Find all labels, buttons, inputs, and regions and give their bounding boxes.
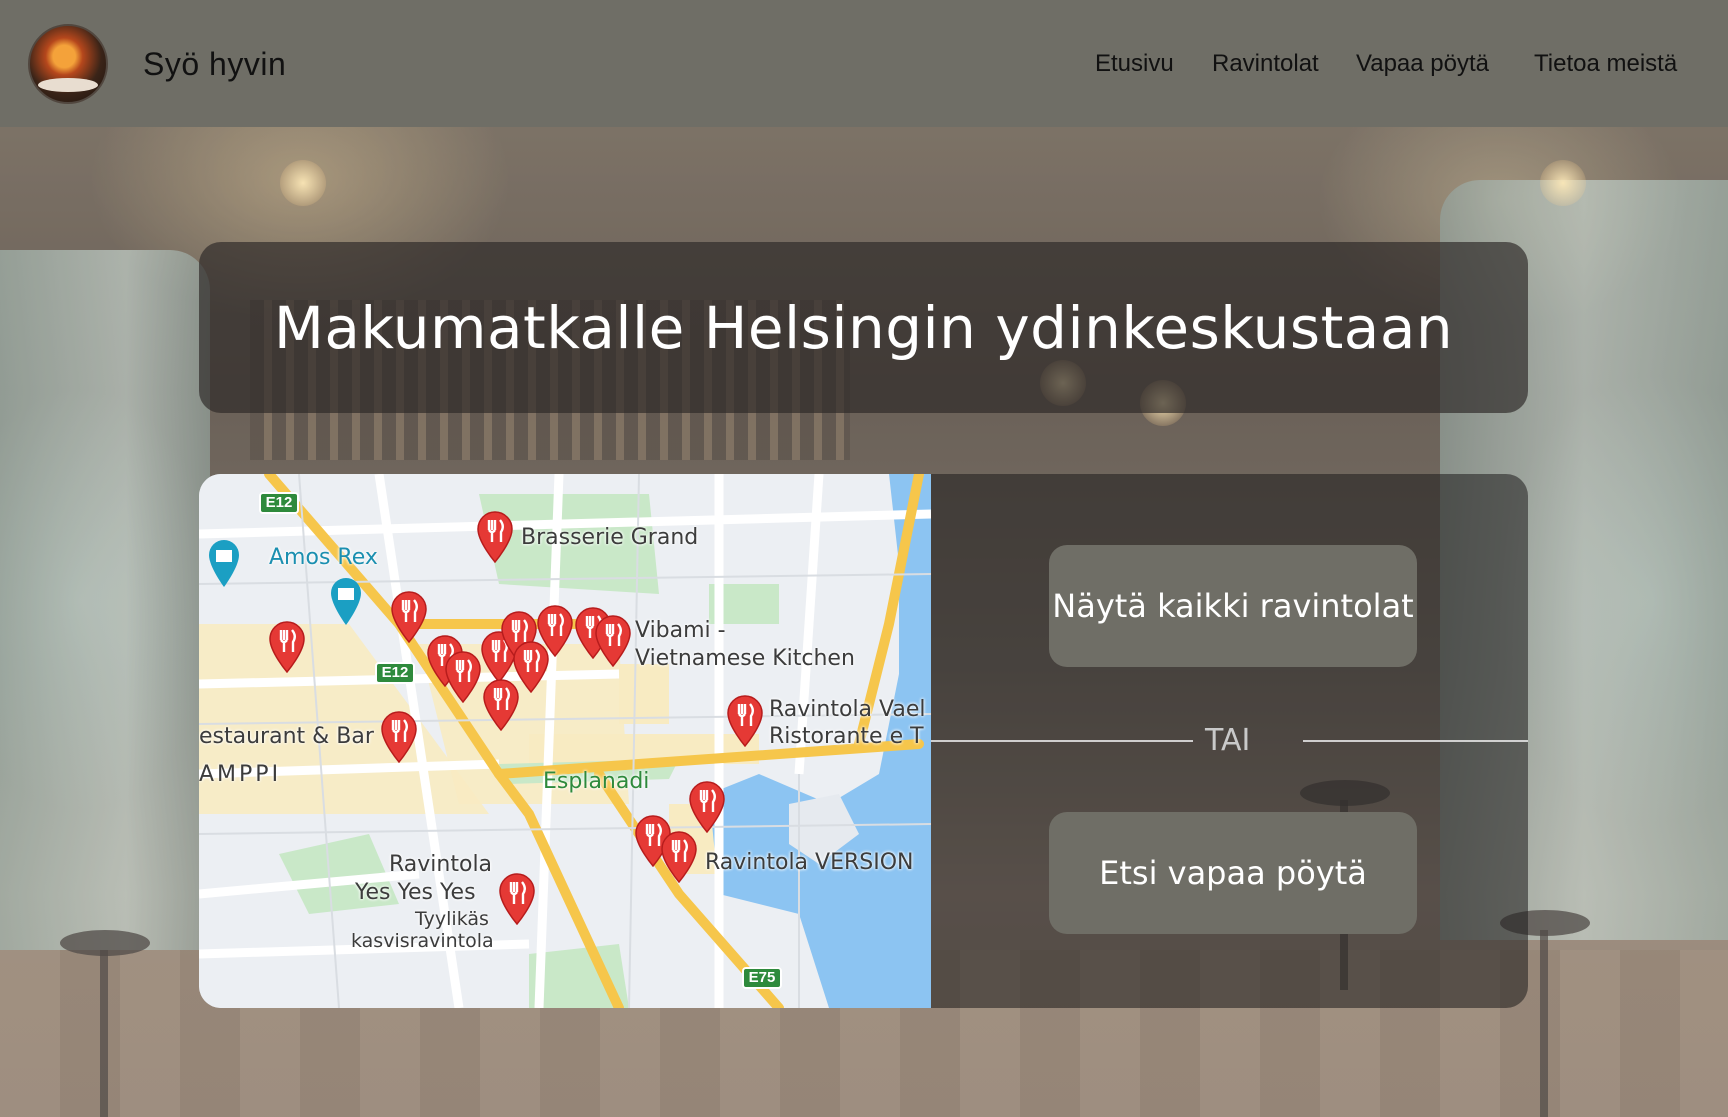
map-label-kamppi: AMPPI: [199, 762, 282, 787]
restaurant-pin-icon[interactable]: [659, 830, 699, 884]
main-panel: E12 E12 E75 Brasserie Grand Amos Rex Vib…: [199, 474, 1528, 1008]
divider-left: [931, 740, 1193, 742]
restaurant-pin-icon[interactable]: [267, 620, 307, 674]
logo-avatar[interactable]: [28, 24, 108, 104]
road-badge-e12: E12: [375, 662, 415, 684]
road-badge-e75: E75: [742, 967, 782, 989]
restaurant-pin-icon[interactable]: [379, 710, 419, 764]
map-label-yes-yes-yes-sub: Yes Yes Yes: [355, 880, 476, 905]
map-label-brasserie-grand: Brasserie Grand: [521, 525, 699, 550]
map-label-kasvisravintola: kasvisravintola: [351, 930, 494, 952]
nav-ravintolat[interactable]: Ravintolat: [1212, 50, 1319, 78]
restaurant-pin-icon[interactable]: [687, 780, 727, 834]
restaurant-pin-icon[interactable]: [443, 650, 483, 704]
restaurant-pin-icon[interactable]: [593, 614, 633, 668]
map-label-vael: Ravintola Vael: [769, 697, 926, 722]
brand-name[interactable]: Syö hyvin: [143, 46, 286, 83]
site-header: Syö hyvin Etusivu Ravintolat Vapaa pöytä…: [0, 0, 1728, 127]
restaurant-map[interactable]: E12 E12 E75 Brasserie Grand Amos Rex Vib…: [199, 474, 931, 1008]
map-label-tyylikas: Tyylikäs: [415, 908, 489, 930]
nav-tietoa-meista[interactable]: Tietoa meistä: [1534, 50, 1677, 78]
divider-right: [1303, 740, 1528, 742]
map-label-yes-yes-yes: Ravintola: [389, 852, 493, 877]
restaurant-pin-icon[interactable]: [389, 590, 429, 644]
restaurant-pin-icon[interactable]: [725, 694, 765, 748]
road-badge-e12: E12: [259, 492, 299, 514]
restaurant-pin-icon[interactable]: [475, 510, 515, 564]
map-label-vael-sub: Ristorante e T: [769, 724, 924, 749]
museum-poi-icon[interactable]: [327, 575, 365, 627]
find-free-table-button[interactable]: Etsi vapaa pöytä: [1049, 812, 1417, 934]
show-all-restaurants-button[interactable]: Näytä kaikki ravintolat: [1049, 545, 1417, 667]
map-label-vibami-sub: Vietnamese Kitchen: [635, 646, 855, 671]
map-label-vibami: Vibami -: [635, 618, 726, 643]
museum-poi-icon[interactable]: [205, 537, 243, 589]
nav-vapaa-poyta[interactable]: Vapaa pöytä: [1356, 50, 1489, 78]
map-label-version: Ravintola VERSION: [705, 850, 914, 875]
map-label-amos-rex: Amos Rex: [269, 545, 378, 570]
hero-banner: Makumatkalle Helsingin ydinkeskustaan: [199, 242, 1528, 413]
map-label-restaurant-bar: estaurant & Bar: [199, 724, 374, 749]
restaurant-pin-icon[interactable]: [481, 678, 521, 732]
map-label-esplanadi: Esplanadi: [543, 769, 650, 794]
nav-etusivu[interactable]: Etusivu: [1095, 50, 1174, 78]
or-label: TAI: [1205, 723, 1251, 758]
restaurant-pin-icon[interactable]: [497, 872, 537, 926]
page-title: Makumatkalle Helsingin ydinkeskustaan: [273, 293, 1454, 362]
restaurant-pin-icon[interactable]: [535, 604, 575, 658]
